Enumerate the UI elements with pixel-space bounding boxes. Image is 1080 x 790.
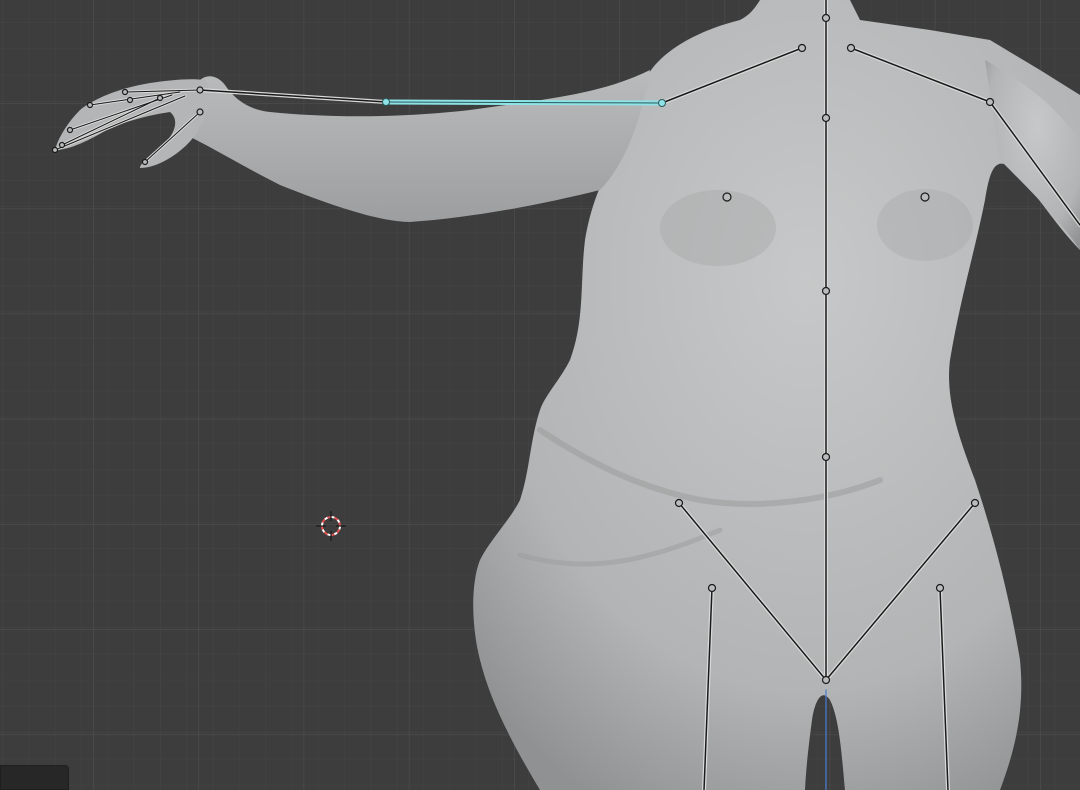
viewport-corner-chip[interactable]	[0, 765, 69, 790]
left-chest-shade	[660, 190, 776, 266]
viewport-canvas[interactable]	[0, 0, 1080, 790]
3d-viewport[interactable]	[0, 0, 1080, 790]
